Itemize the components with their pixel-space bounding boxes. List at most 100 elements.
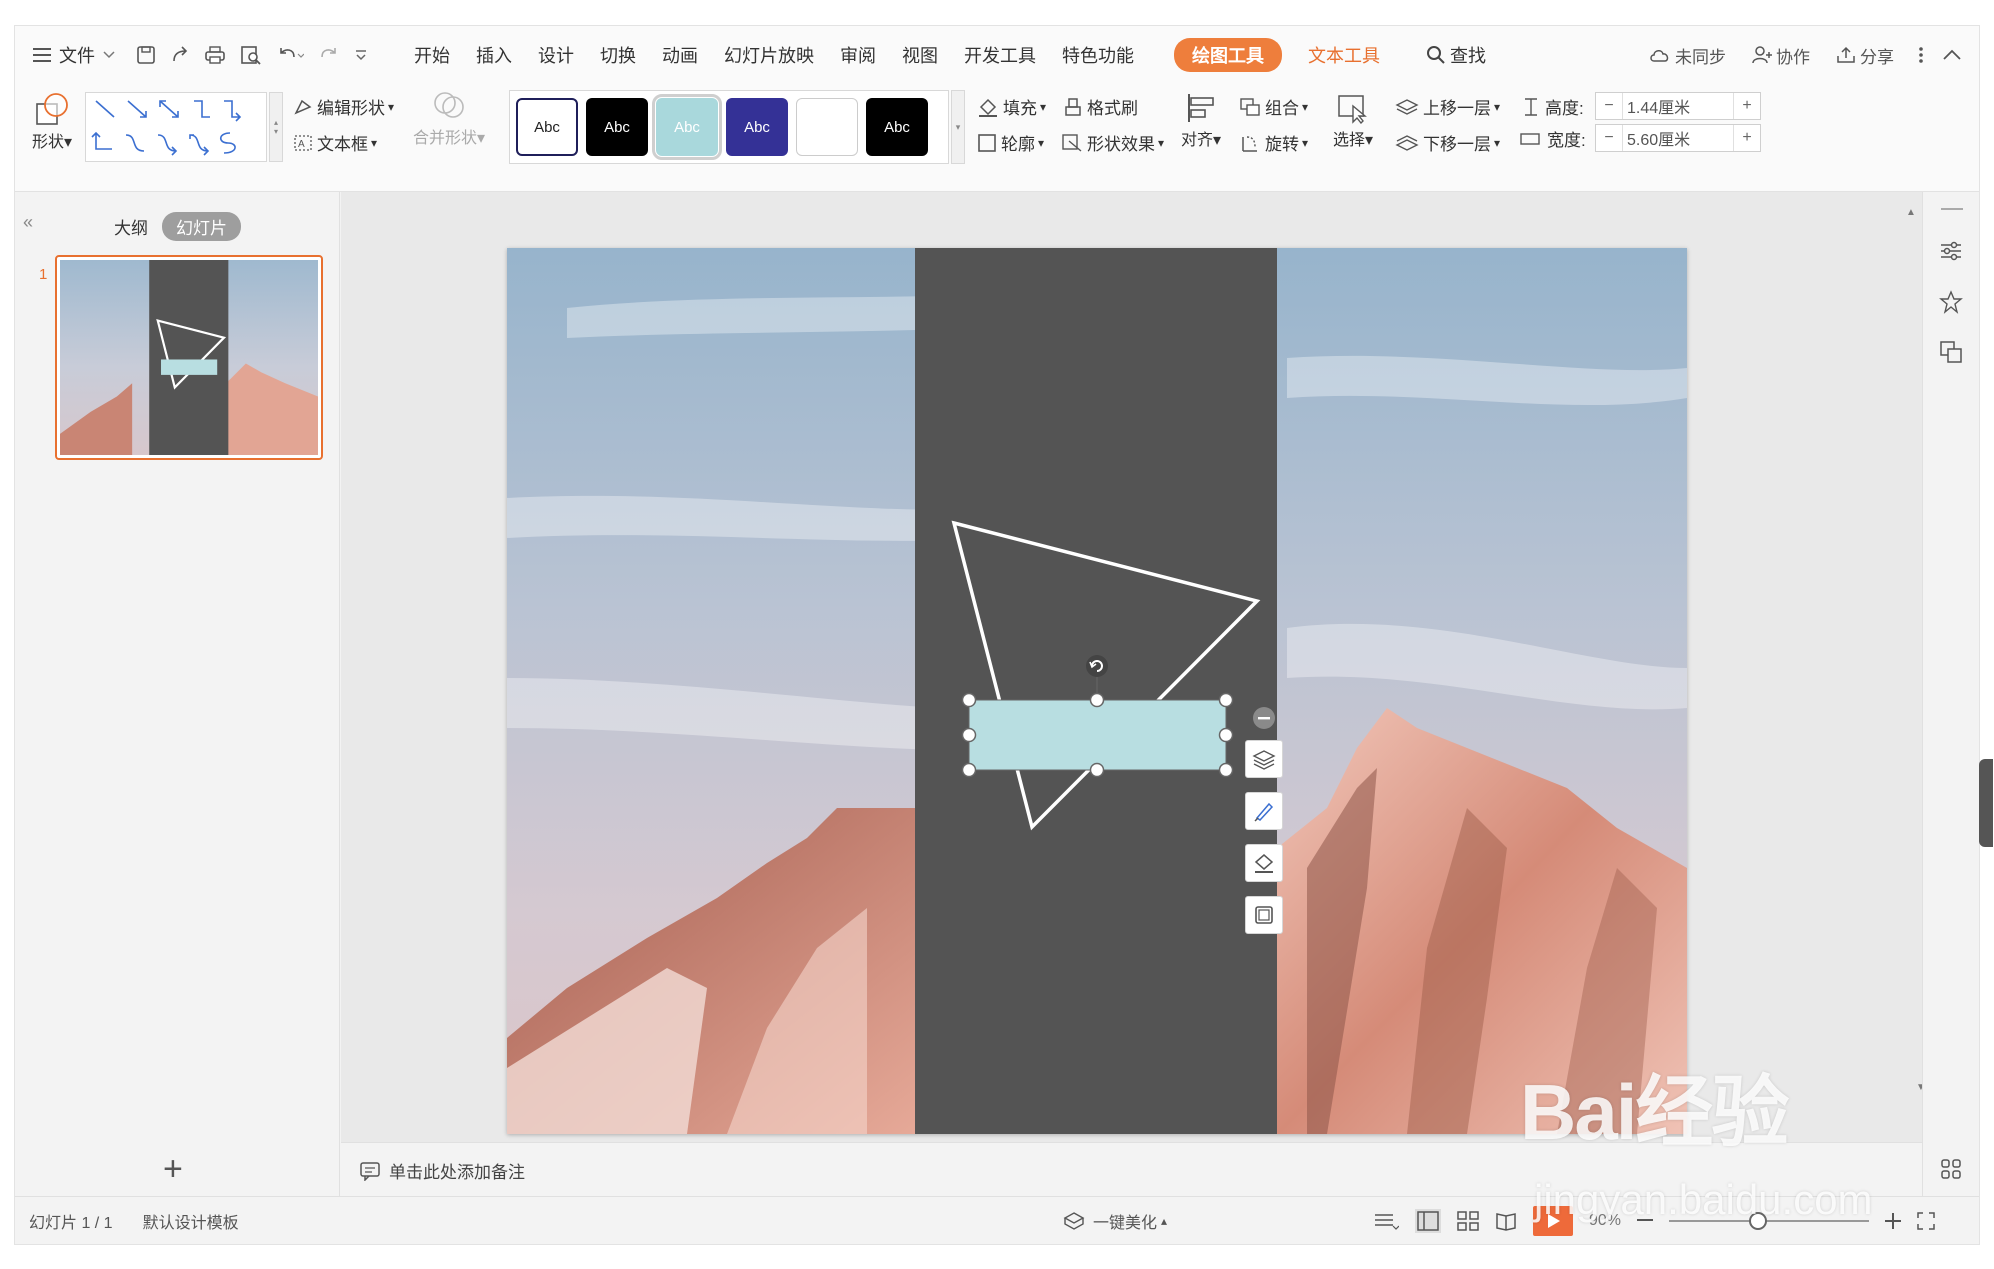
pen-tool-button[interactable]	[1245, 792, 1283, 830]
layers-tool-button[interactable]	[1245, 740, 1283, 778]
reading-view-icon[interactable]	[1495, 1211, 1517, 1231]
save-icon[interactable]	[136, 45, 156, 65]
fill-tool-button[interactable]	[1245, 844, 1283, 882]
add-slide-button[interactable]: +	[163, 1152, 183, 1186]
edit-shape-button[interactable]: 编辑形状 ▾	[293, 94, 394, 119]
width-increment[interactable]: +	[1734, 129, 1760, 147]
normal-view-icon[interactable]	[1415, 1208, 1441, 1233]
redo-icon[interactable]	[318, 45, 340, 65]
share-icon	[1836, 46, 1856, 64]
width-label: 宽度:	[1547, 131, 1586, 150]
zoom-in-icon[interactable]	[1885, 1212, 1902, 1229]
collapse-ribbon-button[interactable]	[1935, 26, 1979, 84]
properties-icon[interactable]	[1939, 240, 1963, 262]
tab-review[interactable]: 审阅	[827, 26, 889, 84]
tab-transitions[interactable]: 切换	[587, 26, 649, 84]
template-name[interactable]: 默认设计模板	[143, 1209, 239, 1233]
shape-style-1[interactable]: Abc	[516, 98, 578, 156]
shape-style-2[interactable]: Abc	[586, 98, 648, 156]
notes-view-icon[interactable]	[1373, 1211, 1399, 1231]
tab-view[interactable]: 视图	[889, 26, 951, 84]
shape-button[interactable]: 形状▾	[27, 92, 77, 152]
file-menu[interactable]: 文件	[15, 26, 128, 84]
width-input[interactable]: 5.60厘米	[1622, 125, 1734, 151]
vertical-scrollbar[interactable]: ▲ ▼	[1906, 202, 1926, 1132]
height-increment[interactable]: +	[1734, 97, 1760, 115]
customize-toolbar-icon[interactable]	[354, 48, 368, 62]
height-stepper[interactable]: − 1.44厘米 +	[1595, 92, 1761, 120]
send-backward-button[interactable]: 下移一层 ▾	[1395, 130, 1500, 155]
format-brush-button[interactable]: 格式刷	[1063, 94, 1138, 119]
selected-rectangle-shape[interactable]	[969, 700, 1226, 770]
textbox-button[interactable]: A 文本框 ▾	[293, 130, 377, 155]
star-animation-icon[interactable]	[1939, 290, 1963, 314]
send-backward-icon	[1395, 133, 1419, 153]
cloud-icon	[1649, 47, 1671, 63]
print-icon[interactable]	[204, 45, 226, 65]
shape-style-4[interactable]: Abc	[726, 98, 788, 156]
sync-button[interactable]: 未同步	[1636, 26, 1739, 84]
print-preview-icon[interactable]	[240, 45, 262, 65]
tab-slides[interactable]: 幻灯片	[162, 212, 241, 241]
select-cursor-icon	[1337, 92, 1369, 124]
undo-icon[interactable]	[276, 45, 304, 65]
tab-slideshow[interactable]: 幻灯片放映	[711, 26, 827, 84]
bring-forward-button[interactable]: 上移一层 ▾	[1395, 94, 1500, 119]
tab-drawing-tools[interactable]: 绘图工具	[1161, 26, 1295, 84]
outline-button[interactable]: 轮廓 ▾	[977, 130, 1044, 155]
more-options-button[interactable]	[1907, 26, 1935, 84]
shape-style-5[interactable]	[796, 98, 858, 156]
comment-icon	[359, 1161, 381, 1181]
collapse-tools-icon[interactable]	[1245, 704, 1283, 732]
frame-tool-button[interactable]	[1245, 896, 1283, 934]
share-label: 分享	[1860, 47, 1894, 67]
dark-vertical-panel[interactable]	[915, 248, 1277, 1134]
rotate-button[interactable]: 旋转 ▾	[1239, 130, 1308, 155]
shape-style-3[interactable]: Abc	[652, 94, 722, 160]
align-button[interactable]: 对齐▾	[1181, 92, 1221, 150]
line-shapes-icon	[91, 100, 242, 156]
merge-shape-button[interactable]: 合并形状▾	[413, 90, 485, 148]
gallery-scroll[interactable]: ▴ ▾	[269, 92, 283, 162]
export-icon[interactable]	[170, 45, 190, 65]
tab-insert[interactable]: 插入	[463, 26, 525, 84]
baidu-watermark-url: jingyan.baidu.com	[1534, 1176, 1873, 1223]
collapse-panel-icon[interactable]: «	[23, 212, 33, 233]
height-label-group: 高度:	[1523, 94, 1584, 119]
width-decrement[interactable]: −	[1596, 129, 1622, 147]
slide-thumbnail[interactable]	[55, 255, 323, 460]
height-input[interactable]: 1.44厘米	[1622, 93, 1734, 119]
fit-window-icon[interactable]	[1917, 1211, 1935, 1230]
fill-button[interactable]: 填充 ▾	[977, 94, 1046, 119]
scroll-up-icon[interactable]: ▲	[1906, 207, 1916, 218]
group-button[interactable]: 组合 ▾	[1239, 94, 1308, 119]
shape-effect-button[interactable]: 形状效果 ▾	[1061, 130, 1164, 155]
transition-icon[interactable]	[1939, 340, 1963, 364]
slide-canvas[interactable]: Bai经验	[507, 248, 1687, 1134]
tab-outline[interactable]: 大纲	[110, 212, 152, 241]
tab-text-tools[interactable]: 文本工具	[1295, 26, 1393, 84]
shape-label: 形状	[31, 134, 64, 151]
tab-home[interactable]: 开始	[401, 26, 463, 84]
share-button[interactable]: 分享	[1823, 26, 1907, 84]
slide-sorter-icon[interactable]	[1457, 1210, 1479, 1231]
sync-label: 未同步	[1675, 47, 1726, 67]
search-button[interactable]: 查找	[1413, 26, 1499, 84]
grid-apps-icon[interactable]	[1940, 1158, 1962, 1180]
line-shape-gallery[interactable]	[85, 92, 267, 162]
collab-button[interactable]: 协作	[1739, 26, 1823, 84]
width-stepper[interactable]: − 5.60厘米 +	[1595, 124, 1761, 152]
tab-features[interactable]: 特色功能	[1049, 26, 1147, 84]
slide-count: 幻灯片 1 / 1	[29, 1214, 113, 1232]
shape-style-6[interactable]: Abc	[866, 98, 928, 156]
baidu-watermark: Bai经验	[1520, 1068, 1789, 1156]
tab-animations[interactable]: 动画	[649, 26, 711, 84]
style-gallery-scroll[interactable]: ▾	[951, 90, 965, 164]
tab-design[interactable]: 设计	[525, 26, 587, 84]
beautify-button[interactable]: 一键美化 ▴	[1063, 1209, 1167, 1233]
menu-bar: 文件 开始 插入 设计 切换 动画 幻灯片放映 审阅 视图 开发工具 特色功能 …	[15, 26, 1979, 84]
height-decrement[interactable]: −	[1596, 97, 1622, 115]
select-button[interactable]: 选择▾	[1333, 92, 1373, 150]
edge-side-tab[interactable]	[1979, 759, 1993, 847]
tab-developer[interactable]: 开发工具	[951, 26, 1049, 84]
